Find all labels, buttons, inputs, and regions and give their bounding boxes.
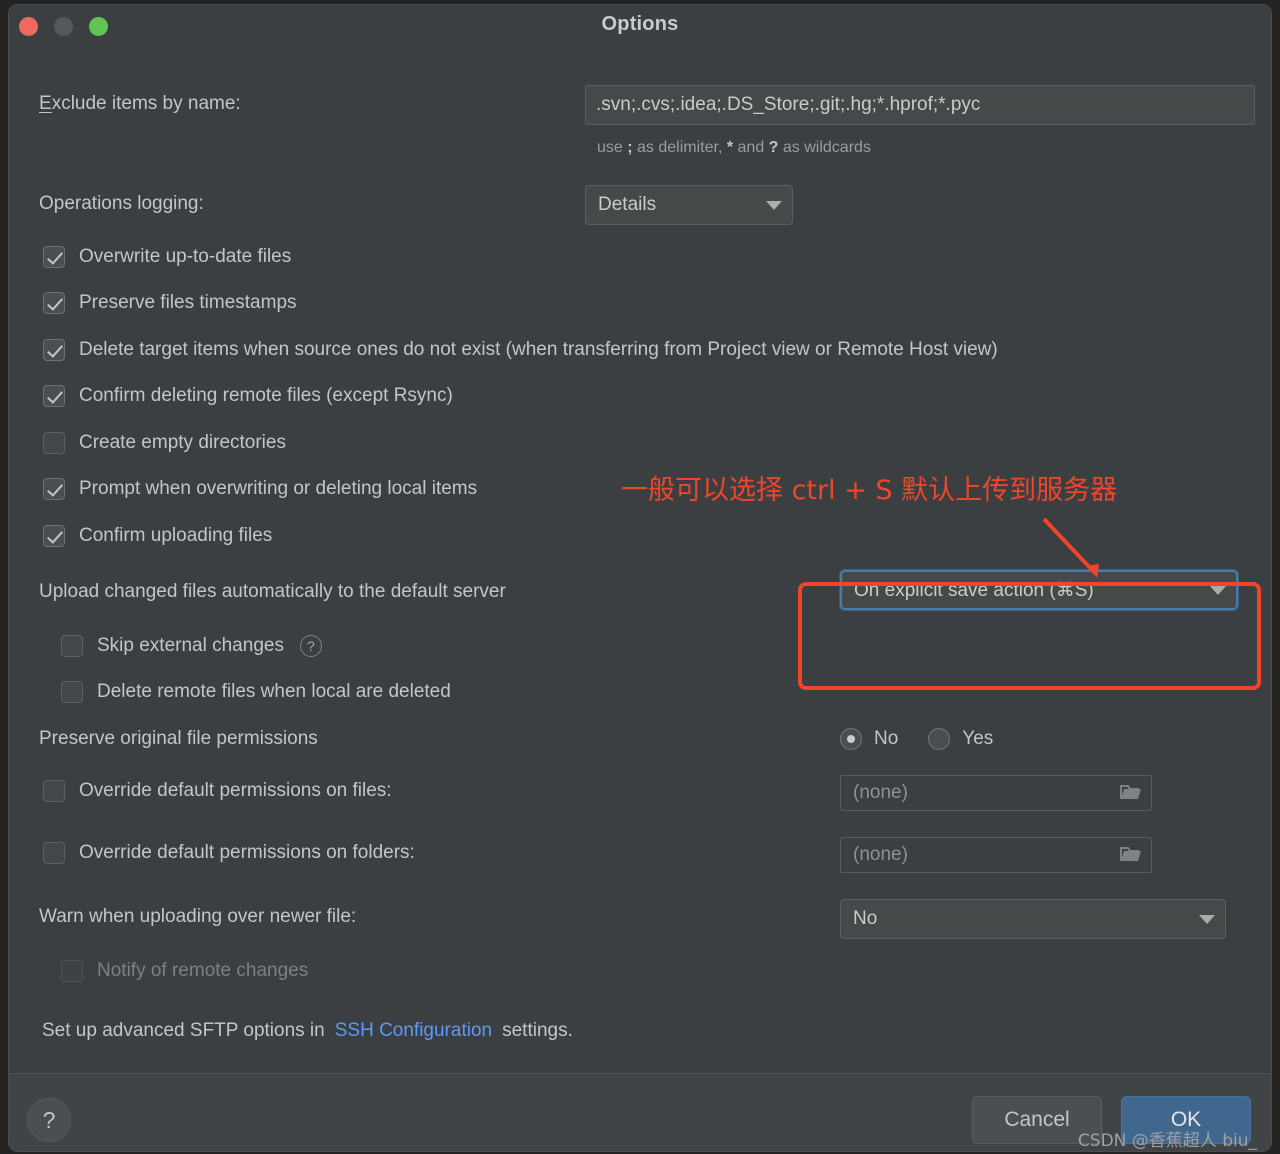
operations-logging-label-row: Operations logging: xyxy=(39,193,204,215)
checkbox-label: Create empty directories xyxy=(79,432,286,453)
checkbox-row-skip-external-changes[interactable]: Skip external changes ? xyxy=(61,635,322,657)
operations-logging-label: Operations logging: xyxy=(39,193,204,214)
checkbox-row-notify-remote-changes: Notify of remote changes xyxy=(61,960,308,982)
exclude-items-hint: use ; as delimiter, * and ? as wildcards xyxy=(597,139,871,157)
operations-logging-select[interactable]: Details xyxy=(585,185,793,225)
dialog-footer: ? Cancel OK CSDN @香蕉超人 biu_ xyxy=(9,1073,1271,1151)
checkbox-preserve-files-timestamps[interactable] xyxy=(43,292,65,314)
checkbox-label: Delete remote files when local are delet… xyxy=(97,681,451,702)
checkbox-row-overwrite[interactable]: Overwrite up-to-date files xyxy=(43,246,291,268)
upload-auto-label-row: Upload changed files automatically to th… xyxy=(39,581,506,603)
checkbox-row-prompt-overwriting[interactable]: Prompt when overwriting or deleting loca… xyxy=(43,478,477,500)
override-files-path-input[interactable]: (none) xyxy=(840,775,1152,811)
folder-icon[interactable] xyxy=(1119,783,1143,803)
page-title: Options xyxy=(601,13,679,35)
checkbox-create-empty-directories[interactable] xyxy=(43,432,65,454)
exclude-items-value: .svn;.cvs;.idea;.DS_Store;.git;.hg;*.hpr… xyxy=(596,94,981,115)
warn-uploading-select[interactable]: No xyxy=(840,899,1226,939)
advanced-sftp-suffix: settings. xyxy=(502,1020,573,1041)
checkbox-label: Overwrite up-to-date files xyxy=(79,246,292,267)
checkbox-label: Confirm uploading files xyxy=(79,525,273,546)
checkbox-delete-target-items[interactable] xyxy=(43,339,65,361)
hint-question-char: ? xyxy=(768,139,779,156)
chevron-down-icon xyxy=(1199,914,1215,924)
preserve-permissions-label: Preserve original file permissions xyxy=(39,728,318,749)
checkbox-delete-remote-files[interactable] xyxy=(61,681,83,703)
annotation-text: 一般可以选择 ctrl + S 默认上传到服务器 xyxy=(621,475,1118,506)
checkbox-skip-external-changes[interactable] xyxy=(61,635,83,657)
hint-mid: as delimiter, xyxy=(632,139,727,156)
checkbox-row-preserve-timestamps[interactable]: Preserve files timestamps xyxy=(43,292,297,314)
override-folders-path-input[interactable]: (none) xyxy=(840,837,1152,873)
advanced-sftp-row: Set up advanced SFTP options in SSH Conf… xyxy=(42,1020,573,1042)
checkbox-label: Delete target items when source ones do … xyxy=(79,339,998,360)
checkbox-row-create-empty-dirs[interactable]: Create empty directories xyxy=(43,432,286,454)
options-form: Exclude items by name: .svn;.cvs;.idea;.… xyxy=(9,49,1271,1073)
help-button[interactable]: ? xyxy=(27,1098,71,1142)
exclude-items-label: Exclude items by name: xyxy=(39,93,241,114)
override-folders-path-value: (none) xyxy=(853,844,908,865)
checkbox-prompt-when-overwriting[interactable] xyxy=(43,478,65,500)
hint-and: and xyxy=(733,139,769,156)
checkbox-row-delete-remote-files[interactable]: Delete remote files when local are delet… xyxy=(61,681,451,703)
checkbox-label: Override default permissions on files: xyxy=(79,780,392,801)
checkbox-row-confirm-uploading[interactable]: Confirm uploading files xyxy=(43,525,272,547)
preserve-permissions-label-row: Preserve original file permissions xyxy=(39,728,318,750)
chevron-down-icon xyxy=(766,200,782,210)
warn-uploading-value: No xyxy=(853,908,878,929)
checkbox-row-override-files[interactable]: Override default permissions on files: xyxy=(43,780,392,802)
checkbox-confirm-uploading-files[interactable] xyxy=(43,525,65,547)
annotation-arrow-icon xyxy=(1042,517,1099,578)
radio-label-yes: Yes xyxy=(962,728,994,749)
exclude-items-label-row: Exclude items by name: xyxy=(39,93,241,115)
hint-prefix: use xyxy=(597,139,628,156)
preserve-permissions-radio-group: No Yes xyxy=(840,728,993,750)
watermark: CSDN @香蕉超人 biu_ xyxy=(1077,1131,1257,1151)
checkbox-override-default-permissions-folders[interactable] xyxy=(43,842,65,864)
warn-uploading-label-row: Warn when uploading over newer file: xyxy=(39,906,356,928)
checkbox-label: Notify of remote changes xyxy=(97,960,309,981)
radio-label-no: No xyxy=(874,728,899,749)
title-bar: Options xyxy=(9,5,1271,49)
checkbox-confirm-deleting-remote-files[interactable] xyxy=(43,385,65,407)
radio-preserve-permissions-yes[interactable] xyxy=(928,728,951,750)
annotation-highlight-box xyxy=(798,582,1261,690)
checkbox-notify-of-remote-changes xyxy=(61,960,83,982)
exclude-items-input[interactable]: .svn;.cvs;.idea;.DS_Store;.git;.hg;*.hpr… xyxy=(585,85,1255,125)
help-icon[interactable]: ? xyxy=(299,635,322,657)
checkbox-override-default-permissions-files[interactable] xyxy=(43,780,65,802)
checkbox-row-delete-target-items[interactable]: Delete target items when source ones do … xyxy=(43,339,998,361)
advanced-sftp-prefix: Set up advanced SFTP options in xyxy=(42,1020,325,1041)
hint-suffix: as wildcards xyxy=(778,139,871,156)
checkbox-row-confirm-deleting-remote[interactable]: Confirm deleting remote files (except Rs… xyxy=(43,385,453,407)
radio-preserve-permissions-no[interactable] xyxy=(840,728,862,750)
operations-logging-value: Details xyxy=(598,194,657,215)
checkbox-label: Preserve files timestamps xyxy=(79,292,297,313)
checkbox-label: Prompt when overwriting or deleting loca… xyxy=(79,478,478,499)
override-files-path-value: (none) xyxy=(853,782,908,803)
checkbox-label: Skip external changes xyxy=(97,635,284,656)
folder-icon[interactable] xyxy=(1119,845,1143,865)
checkbox-label: Confirm deleting remote files (except Rs… xyxy=(79,385,453,406)
checkbox-label: Override default permissions on folders: xyxy=(79,842,415,863)
warn-uploading-label: Warn when uploading over newer file: xyxy=(39,906,357,927)
upload-auto-label: Upload changed files automatically to th… xyxy=(39,581,506,602)
checkbox-row-override-folders[interactable]: Override default permissions on folders: xyxy=(43,842,415,864)
checkbox-overwrite-up-to-date-files[interactable] xyxy=(43,246,65,268)
ssh-configuration-link[interactable]: SSH Configuration xyxy=(335,1020,492,1042)
options-dialog-window: Options Exclude items by name: .svn;.cvs… xyxy=(8,4,1272,1152)
